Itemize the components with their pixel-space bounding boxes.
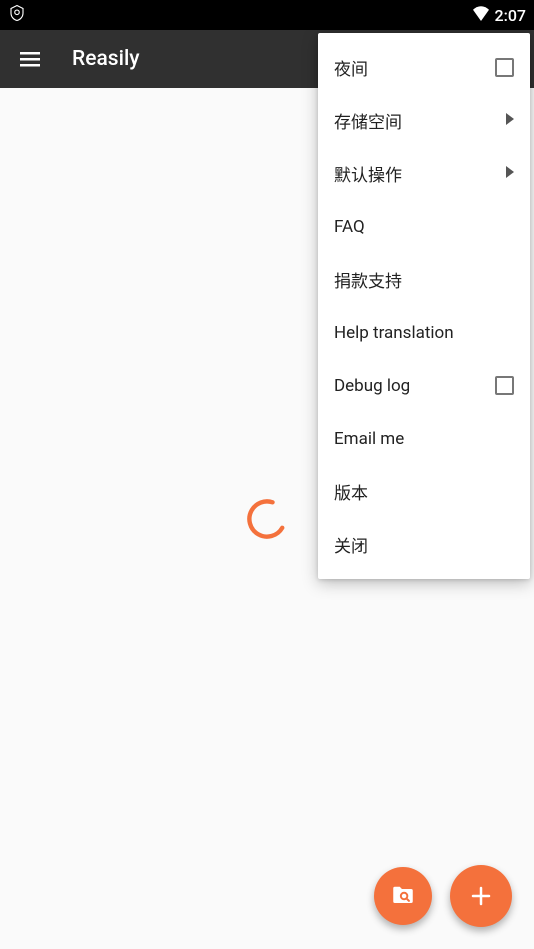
menu-item-label: 关闭: [334, 532, 368, 557]
menu-item-night[interactable]: 夜间: [318, 41, 530, 94]
menu-item-default-action[interactable]: 默认操作: [318, 147, 530, 200]
status-right: 2:07: [471, 5, 527, 25]
menu-item-version[interactable]: 版本: [318, 465, 530, 518]
menu-item-label: Email me: [334, 429, 404, 449]
fab-container: [374, 865, 512, 927]
menu-item-label: 版本: [334, 479, 368, 504]
menu-item-label: 捐款支持: [334, 267, 402, 292]
menu-item-close[interactable]: 关闭: [318, 518, 530, 571]
shield-icon: [8, 4, 26, 26]
menu-item-label: 夜间: [334, 55, 368, 80]
hamburger-menu-button[interactable]: [18, 47, 42, 71]
menu-item-label: Debug log: [334, 376, 410, 396]
menu-item-label: Help translation: [334, 323, 454, 343]
chevron-right-icon: [506, 113, 514, 128]
status-time: 2:07: [495, 6, 527, 25]
menu-item-label: FAQ: [334, 217, 365, 237]
menu-item-label: 存储空间: [334, 108, 402, 133]
checkbox-icon: [495, 58, 514, 77]
menu-item-debug-log[interactable]: Debug log: [318, 359, 530, 412]
folder-search-fab[interactable]: [374, 867, 432, 925]
checkbox-icon: [495, 376, 514, 395]
chevron-right-icon: [506, 166, 514, 181]
loading-spinner: [245, 497, 289, 541]
add-fab[interactable]: [450, 865, 512, 927]
overflow-menu: 夜间 存储空间 默认操作 FAQ 捐款支持 Help translation D…: [318, 33, 530, 579]
menu-item-label: 默认操作: [334, 161, 402, 186]
status-bar: 2:07: [0, 0, 534, 30]
menu-item-donate[interactable]: 捐款支持: [318, 253, 530, 306]
status-left: [8, 4, 26, 26]
menu-item-email-me[interactable]: Email me: [318, 412, 530, 465]
menu-item-storage[interactable]: 存储空间: [318, 94, 530, 147]
menu-item-help-translation[interactable]: Help translation: [318, 306, 530, 359]
wifi-icon: [471, 5, 491, 25]
app-title: Reasily: [72, 47, 140, 71]
menu-item-faq[interactable]: FAQ: [318, 200, 530, 253]
